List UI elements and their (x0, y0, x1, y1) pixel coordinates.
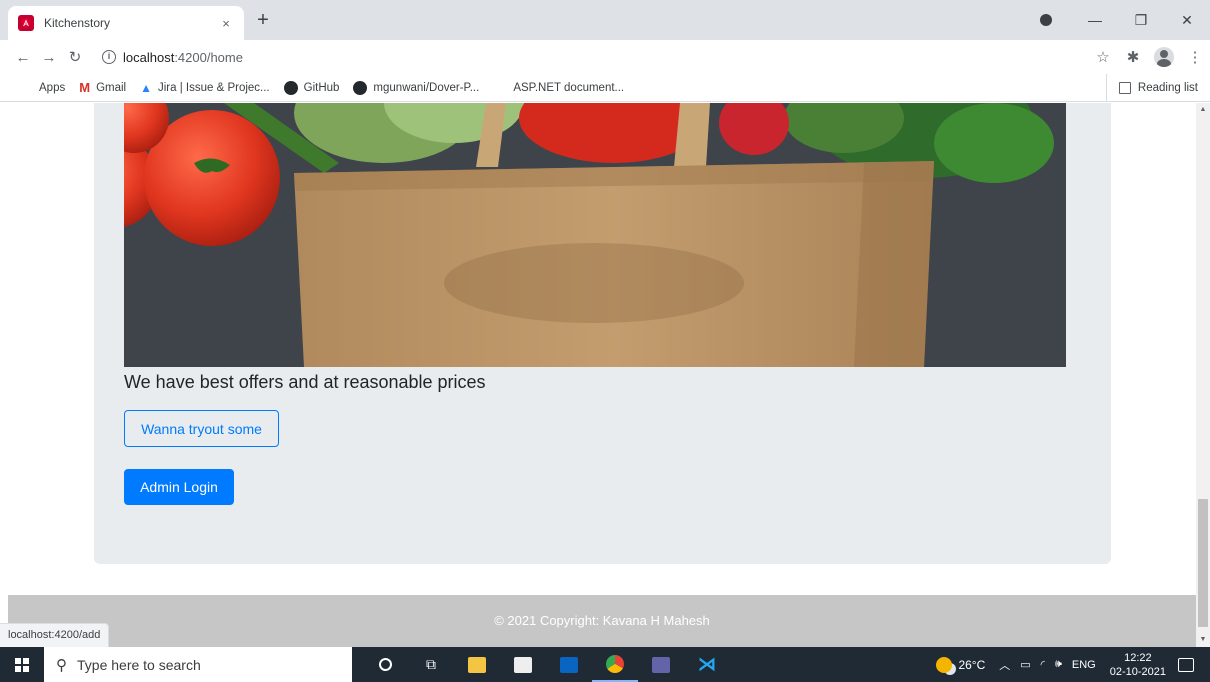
reading-list-button[interactable]: Reading list (1105, 74, 1198, 102)
weather-cloud-sun-icon (936, 656, 953, 673)
bookmark-star-icon[interactable]: ☆ (1088, 48, 1118, 66)
notifications-icon[interactable] (1178, 657, 1194, 672)
restore-button[interactable]: ❐ (1118, 12, 1164, 29)
bookmark-label: Jira | Issue & Projec... (157, 81, 270, 94)
scroll-up-arrow-icon[interactable]: ▲ (1196, 103, 1210, 117)
taskbar-clock[interactable]: 12:22 02-10-2021 (1110, 651, 1166, 679)
task-view-icon: ⧉ (426, 656, 436, 672)
url-path: :4200/home (174, 49, 243, 65)
angular-favicon-icon (18, 15, 34, 31)
admin-login-button[interactable]: Admin Login (124, 469, 234, 505)
tab-search-icon[interactable] (1034, 8, 1058, 32)
extensions-puzzle-icon[interactable]: ✱ (1118, 48, 1148, 66)
browser-tab-strip: Kitchenstory × + — ❐ ✕ (0, 0, 1210, 40)
apps-grid-icon (20, 81, 33, 94)
address-url: localhost:4200/home (123, 50, 243, 65)
volume-icon[interactable]: 🕪 (1055, 658, 1062, 671)
store-icon (514, 656, 532, 673)
tryout-button[interactable]: Wanna tryout some (124, 410, 279, 447)
page-tagline: We have best offers and at reasonable pr… (124, 372, 486, 392)
outlook-button[interactable] (546, 647, 592, 682)
url-host: localhost (123, 49, 175, 65)
file-explorer-button[interactable] (454, 647, 500, 682)
bookmark-github[interactable]: GitHub (283, 80, 340, 95)
windows-taskbar: ⚲ Type here to search ⧉ ⋊ 26°C ︿ ▭ ◜ 🕪 E… (0, 647, 1210, 682)
bookmark-label: GitHub (303, 81, 340, 94)
github-icon (283, 80, 298, 95)
vscode-icon: ⋊ (698, 654, 716, 674)
language-indicator[interactable]: ENG (1072, 659, 1096, 671)
reading-list-label: Reading list (1137, 82, 1198, 94)
page-footer: © 2021 Copyright: Kavana H Mahesh (8, 595, 1196, 647)
browser-toolbar: ← → ↻ i localhost:4200/home ☆ ✱ ⋮ (0, 40, 1210, 74)
chrome-icon (606, 654, 624, 673)
chrome-button[interactable] (592, 647, 638, 682)
browser-tab[interactable]: Kitchenstory × (8, 6, 244, 40)
store-button[interactable] (500, 647, 546, 682)
reload-icon[interactable]: ↻ (62, 48, 88, 66)
new-tab-button[interactable]: + (252, 10, 274, 32)
file-explorer-icon (468, 656, 486, 673)
start-button[interactable] (0, 647, 44, 682)
tab-close-icon[interactable]: × (218, 16, 234, 31)
bookmark-apps[interactable]: Apps (20, 81, 65, 94)
clock-date: 02-10-2021 (1109, 665, 1166, 678)
footer-copyright: © 2021 Copyright: Kavana H Mahesh (494, 613, 710, 628)
address-bar[interactable]: i localhost:4200/home (96, 43, 1056, 71)
back-arrow-icon[interactable]: ← (10, 49, 36, 66)
bookmark-label: Gmail (96, 81, 127, 94)
close-window-button[interactable]: ✕ (1164, 12, 1210, 29)
bookmark-aspnet[interactable]: ASP.NET document... (493, 81, 624, 95)
gmail-icon: M (79, 80, 91, 95)
teams-button[interactable] (638, 647, 684, 682)
clock-time: 12:22 (1124, 651, 1152, 664)
menu-kebab-icon[interactable]: ⋮ (1180, 48, 1210, 66)
system-tray: 26°C ︿ ▭ ◜ 🕪 ENG 12:22 02-10-2021 (936, 647, 1210, 682)
link-status-bubble: localhost:4200/add (0, 623, 110, 647)
github-icon (353, 80, 368, 95)
taskbar-search-box[interactable]: ⚲ Type here to search (44, 647, 352, 682)
window-controls: — ❐ ✕ (1034, 0, 1210, 40)
battery-icon[interactable]: ▭ (1020, 658, 1030, 671)
bookmark-jira[interactable]: ▲ Jira | Issue & Projec... (140, 81, 270, 95)
toolbar-actions: ☆ ✱ ⋮ (1088, 40, 1210, 74)
weather-temp: 26°C (958, 657, 986, 672)
vscode-button[interactable]: ⋊ (684, 647, 730, 682)
teams-icon (652, 656, 670, 673)
windows-logo-icon (15, 657, 29, 672)
hero-image-groceries (124, 103, 1066, 367)
reading-list-icon (1118, 82, 1131, 94)
bookmarks-bar: Apps M Gmail ▲ Jira | Issue & Projec... … (0, 74, 1210, 102)
bookmark-label: mgunwani/Dover-P... (373, 81, 480, 94)
search-icon: ⚲ (56, 656, 67, 674)
weather-widget[interactable]: 26°C (936, 656, 986, 673)
tray-chevron-up-icon[interactable]: ︿ (999, 657, 1010, 673)
tab-title: Kitchenstory (44, 16, 111, 30)
wifi-icon[interactable]: ◜ (1041, 658, 1045, 671)
bookmark-label: ASP.NET document... (513, 81, 625, 94)
outlook-icon (560, 656, 578, 673)
cortana-icon (378, 658, 392, 671)
bookmark-dover[interactable]: mgunwani/Dover-P... (353, 80, 480, 95)
cortana-button[interactable] (362, 647, 408, 682)
taskbar-apps: ⧉ ⋊ (362, 647, 730, 682)
forward-arrow-icon[interactable]: → (36, 49, 62, 66)
scroll-down-arrow-icon[interactable]: ▼ (1196, 633, 1210, 647)
jira-icon: ▲ (140, 80, 152, 95)
profile-avatar-icon[interactable] (1154, 47, 1174, 67)
bookmark-label: Apps (39, 81, 66, 94)
minimize-button[interactable]: — (1072, 12, 1118, 28)
page-viewport: We have best offers and at reasonable pr… (0, 103, 1196, 647)
site-info-icon[interactable]: i (102, 50, 116, 64)
page-scrollbar[interactable]: ▲ ▼ (1196, 103, 1210, 647)
microsoft-icon (493, 81, 507, 95)
taskbar-search-placeholder: Type here to search (77, 656, 201, 673)
task-view-button[interactable]: ⧉ (408, 647, 454, 682)
bookmark-gmail[interactable]: M Gmail (79, 80, 126, 95)
scrollbar-thumb[interactable] (1198, 499, 1208, 627)
